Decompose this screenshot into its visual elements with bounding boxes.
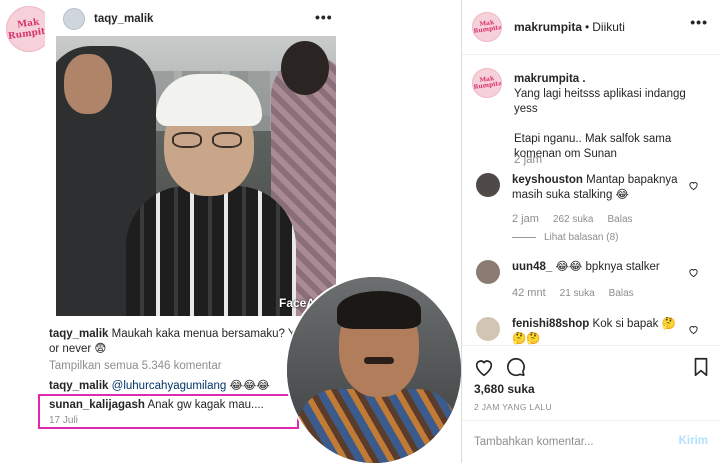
comment-likes[interactable]: 21 suka <box>560 288 595 299</box>
divider <box>512 236 536 238</box>
comment-username: taqy_malik <box>49 380 109 392</box>
comment-text: 😂😂 bpknya stalker <box>555 261 660 273</box>
embedded-post-header: taqy_malik <box>63 6 153 32</box>
inset-portrait <box>285 275 461 463</box>
caption-username: taqy_malik <box>49 328 109 340</box>
comment-time: 2 jam <box>512 213 539 225</box>
view-replies-label: Lihat balasan (8) <box>544 232 619 243</box>
post-author[interactable]: makrumpita <box>514 20 582 34</box>
comment-body: fenishi88shop Kok si bapak 🤔🤔🤔 <box>512 317 682 347</box>
like-count[interactable]: 3,680 suka <box>474 382 535 396</box>
comment-username[interactable]: fenishi88shop <box>512 318 589 330</box>
embedded-comment: taqy_malik @luhurcahyagumilang 😂😂😂 <box>49 378 270 392</box>
heart-icon[interactable] <box>688 267 700 279</box>
post-header: Mak Rumpita makrumpita • Diikuti <box>462 0 720 55</box>
comment-body: uun48_ 😂😂 bpknya stalker <box>512 260 682 275</box>
comment-username: sunan_kalijagash <box>49 399 145 411</box>
heart-icon[interactable] <box>688 324 700 336</box>
more-options-icon[interactable]: ••• <box>690 14 708 30</box>
comment-likes[interactable]: 262 suka <box>553 214 594 225</box>
reply-button[interactable]: Balas <box>608 214 633 225</box>
avatar[interactable] <box>476 260 500 284</box>
comment-username[interactable]: uun48_ <box>512 261 552 273</box>
post-sidebar: Mak Rumpita makrumpita • Diikuti ••• Mak… <box>462 0 720 463</box>
comment-body: keyshouston Mantap bapaknya masih suka s… <box>512 173 682 203</box>
comment-input[interactable] <box>474 433 674 451</box>
view-all-comments: Tampilkan semua 5.346 komentar <box>49 360 222 372</box>
avatar <box>63 8 85 30</box>
comment-time: 42 mnt <box>512 287 546 299</box>
post-timestamp: 2 JAM YANG LALU <box>474 402 552 412</box>
highlighted-comment: sunan_kalijagash Anak gw kagak mau.... <box>49 399 264 411</box>
comment-mention: @luhurcahyagumilang <box>111 380 227 392</box>
send-button[interactable]: Kirim <box>679 435 708 447</box>
post-media: Mak Rumpita taqy_malik ••• FaceAr taqy_m… <box>0 0 462 463</box>
avatar[interactable] <box>476 173 500 197</box>
heart-icon[interactable] <box>473 356 495 378</box>
caption-time: 2 jam <box>514 154 543 166</box>
reply-button[interactable]: Balas <box>609 288 634 299</box>
embedded-caption: taqy_malik Maukah kaka menua bersamaku? … <box>49 327 309 357</box>
separator-dot: • <box>585 20 590 34</box>
embedded-post-username: taqy_malik <box>94 13 154 25</box>
caption-line: Yang lagi heitsss aplikasi indangg yess <box>514 88 686 115</box>
more-options-icon: ••• <box>315 9 333 25</box>
view-replies[interactable]: Lihat balasan (8) <box>512 232 619 243</box>
embedded-post-date: 17 Juli <box>49 415 78 426</box>
post-photo: FaceAr <box>56 36 336 316</box>
add-comment-bar: Kirim <box>462 420 720 463</box>
caption-username[interactable]: makrumpita . <box>514 73 586 85</box>
avatar[interactable] <box>476 317 500 341</box>
comment-meta: 2 jam 262 suka Balas <box>512 213 647 225</box>
comment-meta: 42 mnt 21 suka Balas <box>512 287 648 299</box>
comment-icon[interactable] <box>505 356 527 378</box>
post-actions: 3,680 suka 2 JAM YANG LALU <box>462 345 720 420</box>
logo-text: Mak Rumpita <box>472 19 502 35</box>
comment-emoji: 😂😂😂 <box>229 380 270 392</box>
avatar[interactable]: Mak Rumpita <box>472 12 502 42</box>
heart-icon[interactable] <box>688 180 700 192</box>
follow-status[interactable]: Diikuti <box>592 20 625 34</box>
logo-text: Mak Rumpita <box>472 75 502 91</box>
comment-text: Anak gw kagak mau.... <box>147 399 264 411</box>
avatar[interactable]: Mak Rumpita <box>472 68 502 98</box>
comment-username[interactable]: keyshouston <box>512 174 583 186</box>
bookmark-icon[interactable] <box>690 356 712 378</box>
